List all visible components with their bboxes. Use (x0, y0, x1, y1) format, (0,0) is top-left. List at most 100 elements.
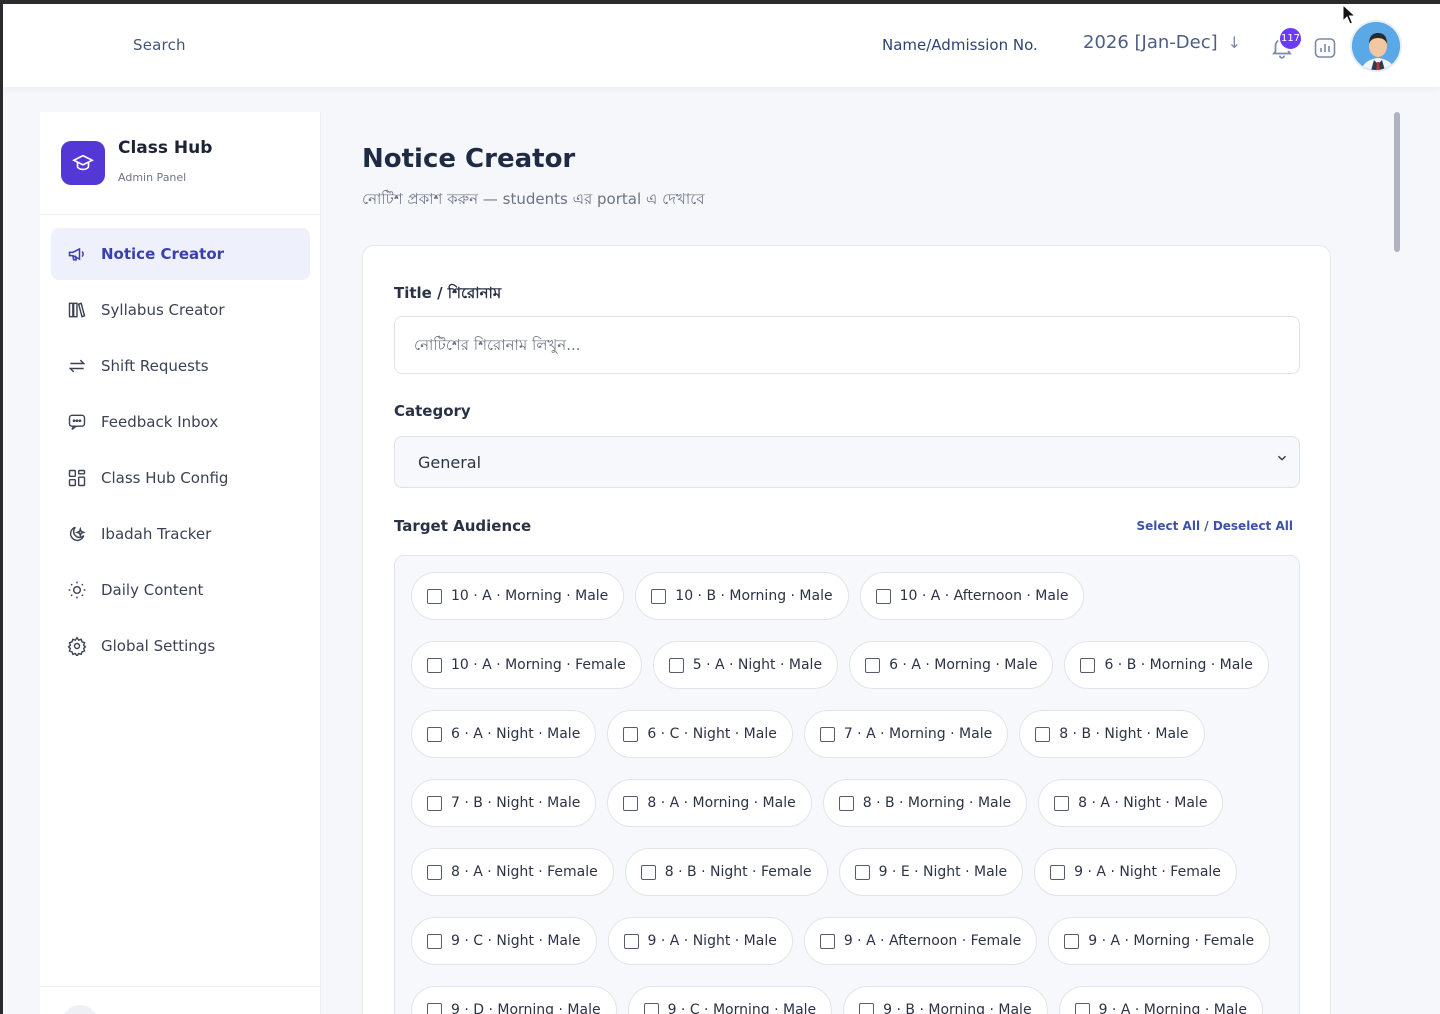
audience-list: 10 · A · Morning · Male 10 · B · Morning … (394, 555, 1300, 1014)
audience-chip-label: 10 · B · Morning · Male (675, 588, 833, 604)
audience-chip[interactable]: 8 · B · Night · Male (1019, 710, 1205, 758)
scrollbar[interactable] (1394, 112, 1400, 252)
audience-checkbox[interactable] (623, 795, 639, 811)
audience-chip-label: 9 · C · Night · Male (451, 933, 581, 949)
audience-chip-label: 9 · E · Night · Male (878, 864, 1008, 880)
audience-checkbox[interactable] (643, 1002, 659, 1014)
audience-chip[interactable]: 10 · A · Morning · Female (411, 641, 642, 689)
audience-chip[interactable]: 8 · B · Night · Female (624, 848, 828, 896)
megaphone-icon (67, 244, 87, 264)
audience-checkbox[interactable] (1050, 864, 1066, 880)
sidebar-item-daily-content[interactable]: Daily Content (51, 564, 310, 616)
audience-chip[interactable]: 10 · A · Morning · Male (411, 572, 625, 620)
audience-chip[interactable]: 8 · B · Morning · Male (822, 779, 1028, 827)
year-selector[interactable]: 2026 [Jan-Dec] ↓ (1083, 32, 1241, 53)
audience-chip-label: 9 · A · Night · Male (647, 933, 777, 949)
audience-chip[interactable]: 9 · A · Afternoon · Female (803, 917, 1038, 965)
audience-chip[interactable]: 9 · A · Morning · Female (1048, 917, 1271, 965)
audience-chip-label: 8 · A · Night · Male (1078, 795, 1208, 811)
audience-checkbox[interactable] (875, 588, 891, 604)
audience-chip[interactable]: 8 · A · Night · Female (411, 848, 614, 896)
audience-checkbox[interactable] (623, 933, 639, 949)
audience-chip[interactable]: 6 · B · Morning · Male (1064, 641, 1269, 689)
sidebar-item-label: Class Hub Config (101, 469, 229, 487)
audience-chip[interactable]: 6 · C · Night · Male (607, 710, 793, 758)
audience-checkbox[interactable] (640, 864, 656, 880)
top-bar: Search Name/Admission No. 2026 [Jan-Dec]… (3, 4, 1440, 87)
sidebar-item-class-hub-config[interactable]: Class Hub Config (51, 452, 310, 504)
title-label: Title / শিরোনাম (394, 284, 502, 302)
audience-chip[interactable]: 9 · B · Morning · Male (843, 986, 1048, 1014)
audience-row: 9 · D · Morning · Male 9 · C · Morning · … (411, 986, 1291, 1014)
sidebar-item-label: Shift Requests (101, 357, 209, 375)
user-menu-button[interactable] (62, 1005, 98, 1014)
divider (40, 214, 320, 215)
audience-chip-label: 9 · A · Afternoon · Female (843, 933, 1022, 949)
category-select[interactable]: General (394, 436, 1300, 488)
audience-chip[interactable]: 6 · A · Morning · Male (849, 641, 1054, 689)
audience-chip-label: 10 · A · Morning · Female (451, 657, 626, 673)
sidebar-item-notice-creator[interactable]: Notice Creator (51, 228, 310, 280)
sidebar-item-global-settings[interactable]: Global Settings (51, 620, 310, 672)
audience-chip-label: 9 · C · Morning · Male (667, 1002, 817, 1014)
audience-checkbox[interactable] (668, 657, 684, 673)
audience-label: Target Audience (394, 517, 532, 535)
audience-checkbox[interactable] (1054, 795, 1070, 811)
audience-checkbox[interactable] (427, 864, 442, 880)
audience-chip-label: 9 · A · Morning · Male (1098, 1002, 1247, 1014)
audience-checkbox[interactable] (427, 588, 442, 604)
audience-checkbox[interactable] (427, 726, 442, 742)
audience-checkbox[interactable] (1064, 933, 1080, 949)
audience-chip[interactable]: 5 · A · Night · Male (652, 641, 839, 689)
audience-chip[interactable]: 8 · A · Night · Male (1038, 779, 1224, 827)
page-title: Notice Creator (362, 144, 576, 174)
audience-chip[interactable]: 9 · D · Morning · Male (411, 986, 617, 1014)
audience-chip[interactable]: 6 · A · Night · Male (411, 710, 597, 758)
audience-chip-label: 8 · A · Morning · Male (647, 795, 796, 811)
sidebar-item-feedback-inbox[interactable]: Feedback Inbox (51, 396, 310, 448)
audience-chip[interactable]: 9 · A · Night · Female (1034, 848, 1237, 896)
page-subtitle: নোটিশ প্রকাশ করুন — students এর portal এ… (362, 190, 705, 208)
audience-chip-label: 10 · A · Morning · Male (451, 588, 609, 604)
audience-checkbox[interactable] (427, 1002, 442, 1014)
sidebar-item-syllabus-creator[interactable]: Syllabus Creator (51, 284, 310, 336)
audience-chip[interactable]: 8 · A · Morning · Male (607, 779, 812, 827)
sidebar-item-ibadah-tracker[interactable]: Ibadah Tracker (51, 508, 310, 560)
title-input[interactable] (394, 316, 1300, 374)
audience-chip[interactable]: 10 · A · Afternoon · Male (859, 572, 1085, 620)
audience-chip[interactable]: 9 · E · Night · Male (838, 848, 1024, 896)
audience-checkbox[interactable] (819, 933, 835, 949)
audience-chip[interactable]: 7 · B · Night · Male (411, 779, 597, 827)
audience-chip[interactable]: 7 · A · Morning · Male (803, 710, 1009, 758)
audience-chip-label: 8 · B · Night · Female (664, 864, 812, 880)
sun-icon (67, 580, 87, 600)
audience-checkbox[interactable] (427, 657, 442, 673)
user-avatar-icon (1352, 22, 1400, 70)
stats-icon[interactable] (1313, 36, 1337, 60)
sidebar-item-shift-requests[interactable]: Shift Requests (51, 340, 310, 392)
audience-checkbox[interactable] (865, 657, 881, 673)
audience-checkbox[interactable] (859, 1002, 875, 1014)
audience-checkbox[interactable] (1035, 726, 1051, 742)
audience-chip[interactable]: 9 · C · Morning · Male (627, 986, 833, 1014)
audience-chip[interactable]: 10 · B · Morning · Male (635, 572, 849, 620)
audience-chip[interactable]: 9 · A · Morning · Male (1058, 986, 1263, 1014)
audience-checkbox[interactable] (819, 726, 835, 742)
audience-row: 10 · A · Morning · Female 5 · A · Night ·… (411, 641, 1291, 689)
name-admission-search[interactable]: Name/Admission No. (882, 36, 1038, 54)
audience-checkbox[interactable] (1074, 1002, 1090, 1014)
audience-checkbox[interactable] (427, 795, 442, 811)
audience-checkbox[interactable] (651, 588, 667, 604)
audience-chip[interactable]: 9 · C · Night · Male (411, 917, 597, 965)
avatar[interactable] (1350, 20, 1402, 72)
audience-checkbox[interactable] (854, 864, 870, 880)
sidebar-item-label: Daily Content (101, 581, 204, 599)
audience-checkbox[interactable] (623, 726, 639, 742)
audience-chip-label: 9 · B · Morning · Male (883, 1002, 1032, 1014)
audience-checkbox[interactable] (1080, 657, 1096, 673)
audience-checkbox[interactable] (427, 933, 442, 949)
audience-chip[interactable]: 9 · A · Night · Male (607, 917, 793, 965)
audience-checkbox[interactable] (838, 795, 854, 811)
search-input[interactable]: Search (133, 36, 186, 54)
select-all-button[interactable]: Select All / Deselect All (1137, 519, 1294, 533)
